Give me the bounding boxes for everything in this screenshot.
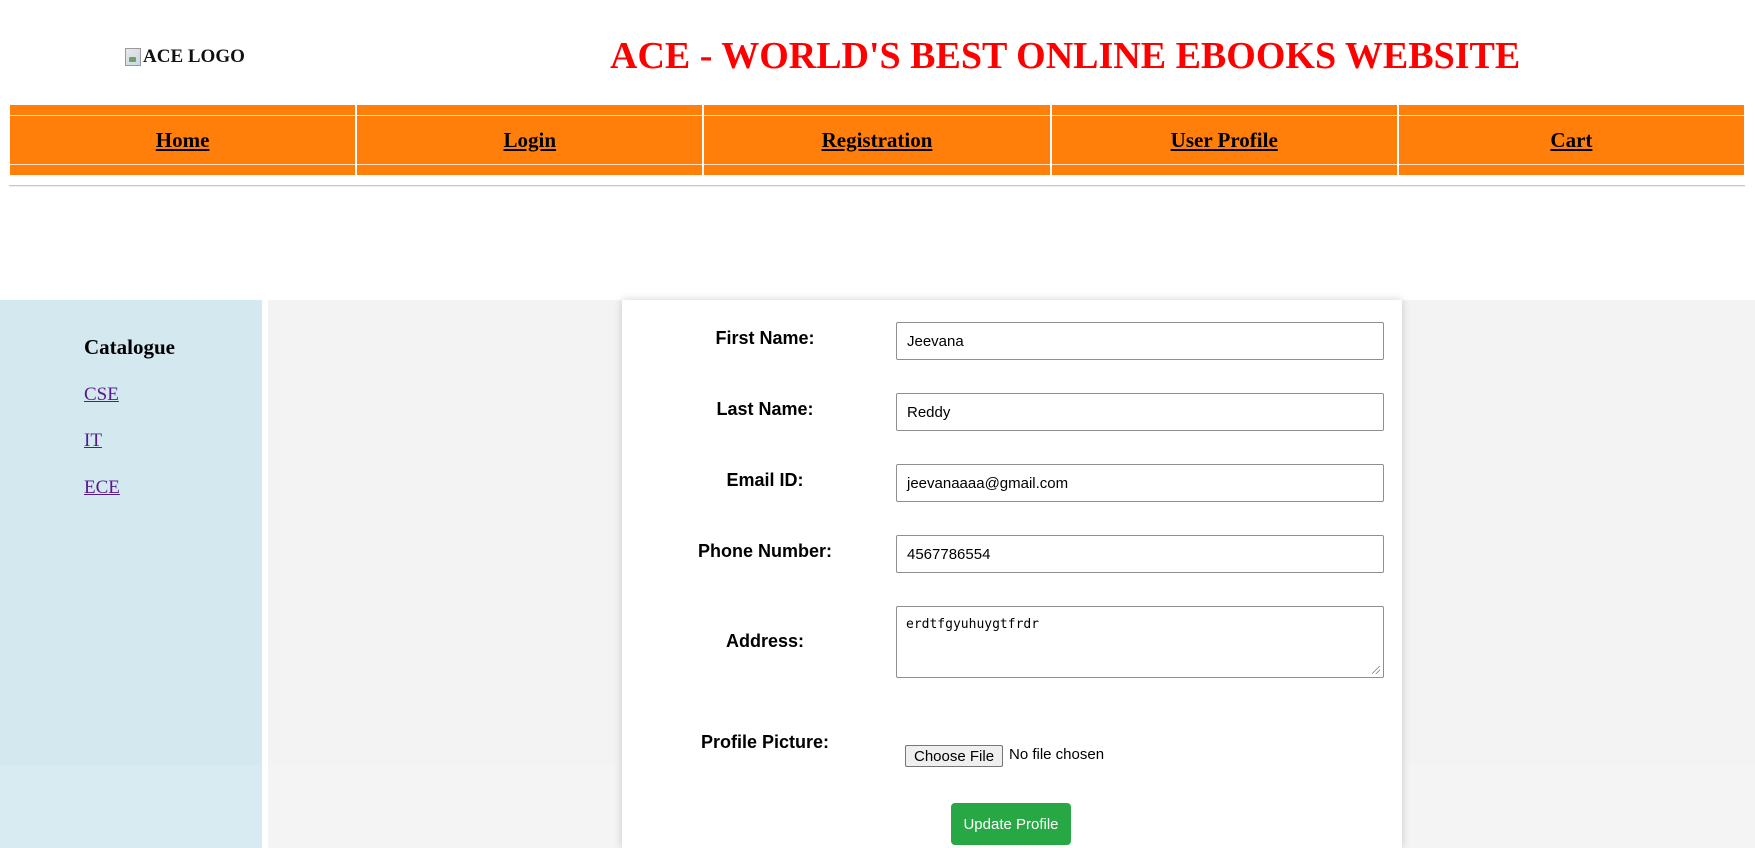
horizontal-divider [9,185,1745,187]
profile-form-card [622,300,1402,848]
catalogue-heading: Catalogue [84,335,175,359]
email-input[interactable]: jeevanaaaa@gmail.com [896,464,1384,502]
logo-image: ACE LOGO [125,46,245,68]
first-name-label: First Name: [715,328,815,348]
nav-link-home[interactable]: Home [156,128,210,153]
phone-input[interactable]: 4567786554 [896,535,1384,573]
email-label: Email ID: [726,470,804,490]
catalogue-link-it[interactable]: IT [84,430,102,452]
nav-cell-home: Home [10,105,356,175]
sidebar-footer-band [0,765,262,848]
nav-link-registration[interactable]: Registration [822,128,933,153]
update-profile-button[interactable]: Update Profile [951,803,1071,845]
broken-image-icon [125,48,141,66]
file-status-text: No file chosen [1009,746,1105,763]
nav-link-user-profile[interactable]: User Profile [1171,128,1278,153]
address-textarea[interactable]: erdtfgyuhuygtfrdr [896,606,1384,678]
catalogue-link-ece[interactable]: ECE [84,477,120,499]
first-name-input[interactable]: Jeevana [896,322,1384,360]
site-title: ACE - WORLD'S BEST ONLINE EBOOKS WEBSITE [610,35,1521,77]
nav-link-login[interactable]: Login [504,128,557,153]
nav-bar: Home Login Registration User Profile Car… [10,105,1745,175]
last-name-input[interactable]: Reddy [896,393,1384,431]
choose-file-button[interactable]: Choose File [905,745,1004,767]
address-label: Address: [725,631,805,651]
resize-handle-icon[interactable] [1372,666,1380,674]
nav-link-cart[interactable]: Cart [1550,128,1592,153]
address-value: erdtfgyuhuygtfrdr [906,617,1040,632]
catalogue-link-cse[interactable]: CSE [84,384,119,406]
logo-alt-text: ACE LOGO [143,46,245,67]
profile-picture-label: Profile Picture: [700,732,830,752]
nav-cell-user-profile: User Profile [1051,105,1398,175]
last-name-label: Last Name: [716,399,814,419]
nav-cell-login: Login [357,105,703,175]
phone-label: Phone Number: [697,541,832,561]
nav-cell-cart: Cart [1398,105,1745,175]
nav-cell-registration: Registration [704,105,1050,175]
